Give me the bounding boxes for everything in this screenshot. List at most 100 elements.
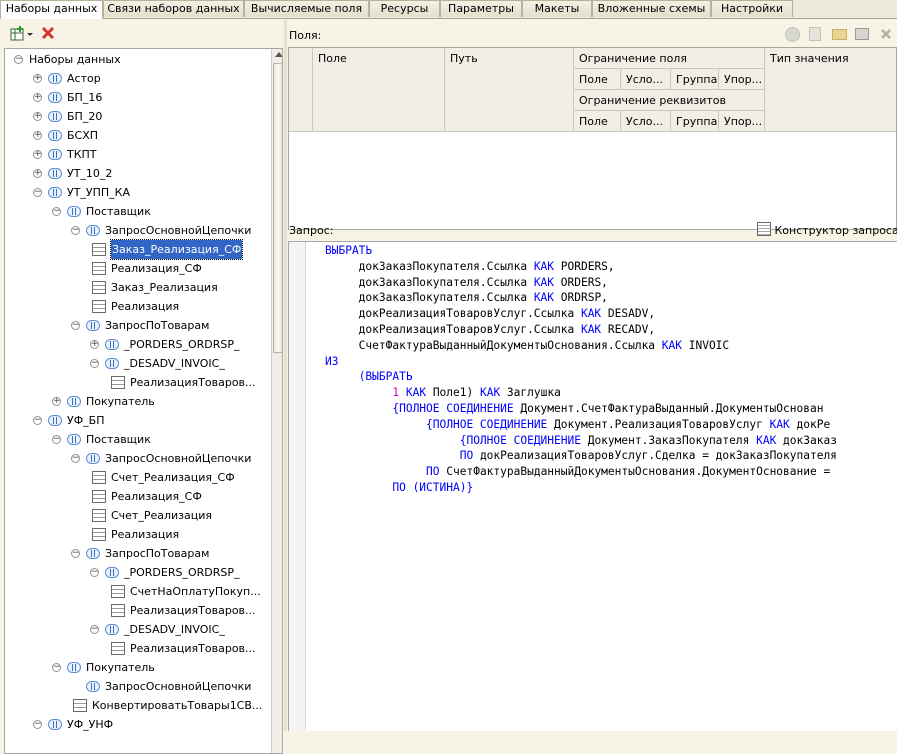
col-ar-order[interactable]: Упор... — [719, 111, 765, 132]
collapse-icon[interactable]: − — [52, 663, 61, 672]
expand-icon[interactable]: + — [33, 150, 42, 159]
tree-node[interactable]: ЗапросОсновнойЦепочки — [5, 677, 270, 696]
col-fr-field[interactable]: Поле — [574, 69, 621, 90]
tree-node[interactable]: −_DESADV_INVOIC_ — [5, 620, 270, 639]
expand-icon[interactable]: + — [33, 169, 42, 178]
expand-icon[interactable]: + — [52, 397, 61, 406]
tree-node[interactable]: −УФ_БП — [5, 411, 270, 430]
tab-parameters[interactable]: Параметры — [440, 0, 522, 17]
tree-node[interactable]: Заказ_Реализация_СФ — [5, 240, 270, 259]
tree-node[interactable]: −ЗапросОсновнойЦепочки — [5, 221, 270, 240]
tree-node[interactable]: КонвертироватьТовары1СВ... — [5, 696, 270, 715]
collapse-icon[interactable]: − — [33, 188, 42, 197]
fields-grid[interactable]: Поле Путь Ограничение поля Поле Усло... … — [288, 47, 897, 230]
tab-datasets[interactable]: Наборы данных — [0, 0, 103, 19]
table-add-icon[interactable] — [855, 28, 869, 40]
expand-icon[interactable]: + — [90, 340, 99, 349]
tree-node[interactable]: − Поставщик — [5, 202, 270, 221]
query-builder-button[interactable]: Конструктор запроса... — [757, 222, 897, 238]
tree-node[interactable]: −Наборы данных — [5, 50, 270, 69]
collapse-icon[interactable]: − — [71, 549, 80, 558]
tree-node[interactable]: РеализацияТоваров... — [5, 601, 270, 620]
table-icon — [92, 471, 106, 484]
expand-icon[interactable]: + — [33, 93, 42, 102]
collapse-icon[interactable]: − — [33, 720, 42, 729]
scroll-up-arrow-icon[interactable] — [275, 52, 283, 57]
tree-node[interactable]: СчетНаОплатуПокуп... — [5, 582, 270, 601]
tab-resources[interactable]: Ресурсы — [369, 0, 440, 17]
tree-node[interactable]: −ЗапросПоТоварам — [5, 544, 270, 563]
query-line: докЗаказПокупателя.Ссылка КАК ORDERS, — [325, 275, 608, 291]
query-keyword: ПО — [460, 449, 473, 462]
tree-node[interactable]: +БП_20 — [5, 107, 270, 126]
collapse-icon[interactable]: − — [90, 625, 99, 634]
collapse-icon[interactable]: − — [71, 226, 80, 235]
expand-icon[interactable]: + — [33, 74, 42, 83]
tree-node[interactable]: Счет_Реализация_СФ — [5, 468, 270, 487]
tree-node[interactable]: РеализацияТоваров... — [5, 373, 270, 392]
tree-node[interactable]: −ЗапросПоТоварам — [5, 316, 270, 335]
collapse-icon[interactable]: − — [33, 416, 42, 425]
col-fr-order[interactable]: Упор... — [719, 69, 765, 90]
query-token: докРеализацияТоваровУслуг.Ссылка — [325, 307, 581, 320]
tree-node-label: Поставщик — [86, 202, 151, 221]
tree-node[interactable]: −_PORDERS_ORDRSP_ — [5, 563, 270, 582]
tree-node[interactable]: −_DESADV_INVOIC_ — [5, 354, 270, 373]
tree-node[interactable]: +_PORDERS_ORDRSP_ — [5, 335, 270, 354]
tab-nested-schemas[interactable]: Вложенные схемы — [592, 0, 711, 17]
tree-node[interactable]: Реализация_СФ — [5, 487, 270, 506]
tree-node[interactable]: −Поставщик — [5, 430, 270, 449]
copy-icon[interactable] — [809, 27, 821, 41]
col-ar-group[interactable]: Группа — [671, 111, 719, 132]
col-ar-condition[interactable]: Усло... — [621, 111, 671, 132]
tree-node[interactable]: +Покупатель — [5, 392, 270, 411]
dataset-node-icon — [67, 206, 81, 217]
delete-icon[interactable] — [41, 26, 57, 42]
collapse-icon[interactable]: − — [52, 207, 61, 216]
tree-node[interactable]: Заказ_Реализация — [5, 278, 270, 297]
collapse-icon[interactable]: − — [71, 454, 80, 463]
tree-node[interactable]: +УТ_10_2 — [5, 164, 270, 183]
add-dataset-icon[interactable] — [10, 26, 26, 42]
tree-node[interactable]: −ЗапросОсновнойЦепочки — [5, 449, 270, 468]
col-value-type[interactable]: Тип значения — [765, 48, 897, 132]
tab-calculated-fields[interactable]: Вычисляемые поля — [244, 0, 369, 17]
col-path-label: Путь — [450, 52, 478, 65]
collapse-icon[interactable]: − — [14, 55, 23, 64]
col-fr-group[interactable]: Группа — [671, 69, 719, 90]
close-icon[interactable] — [879, 27, 893, 41]
tab-settings[interactable]: Настройки — [711, 0, 793, 17]
tree-node[interactable]: РеализацияТоваров... — [5, 639, 270, 658]
col-field[interactable]: Поле — [313, 48, 445, 132]
tree-node[interactable]: Реализация — [5, 525, 270, 544]
tree-node[interactable]: Счет_Реализация — [5, 506, 270, 525]
scroll-thumb[interactable] — [273, 63, 283, 353]
datasets-tree[interactable]: −Наборы данных+Астор+БП_16+БП_20+БСХП+ТК… — [4, 48, 283, 754]
folder-add-icon[interactable] — [832, 29, 847, 40]
tree-node[interactable]: +БСХП — [5, 126, 270, 145]
tree-node[interactable]: −УФ_УНФ — [5, 715, 270, 734]
collapse-icon[interactable]: − — [71, 321, 80, 330]
col-ar-field[interactable]: Поле — [574, 111, 621, 132]
collapse-icon[interactable]: − — [52, 435, 61, 444]
tree-node[interactable]: +Астор — [5, 69, 270, 88]
tree-node[interactable]: Реализация — [5, 297, 270, 316]
tab-dataset-links[interactable]: Связи наборов данных — [103, 0, 244, 17]
col-value-type-label: Тип значения — [770, 52, 849, 65]
expand-icon[interactable]: + — [33, 131, 42, 140]
query-editor[interactable]: ВЫБРАТЬ докЗаказПокупателя.Ссылка КАК PO… — [288, 241, 897, 731]
tree-scrollbar[interactable] — [271, 49, 283, 753]
dataset-node-icon — [86, 320, 100, 331]
tree-node[interactable]: +БП_16 — [5, 88, 270, 107]
tree-node[interactable]: Реализация_СФ — [5, 259, 270, 278]
collapse-icon[interactable]: − — [90, 568, 99, 577]
expand-icon[interactable]: + — [33, 112, 42, 121]
col-path[interactable]: Путь — [445, 48, 574, 132]
tree-node[interactable]: +ТКПТ — [5, 145, 270, 164]
tree-node[interactable]: −Покупатель — [5, 658, 270, 677]
tree-node[interactable]: −УТ_УПП_КА — [5, 183, 270, 202]
tab-layouts[interactable]: Макеты — [522, 0, 592, 17]
col-fr-condition[interactable]: Усло... — [621, 69, 671, 90]
collapse-icon[interactable]: − — [90, 359, 99, 368]
check-icon[interactable] — [785, 27, 800, 42]
